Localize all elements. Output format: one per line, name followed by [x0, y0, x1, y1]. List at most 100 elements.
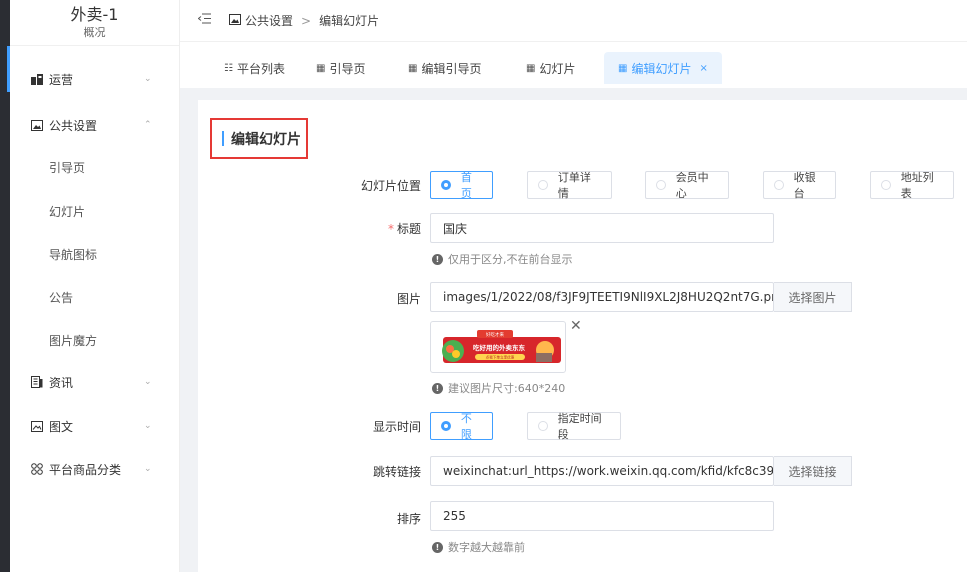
- position-option-order-detail[interactable]: 订单详情: [527, 171, 612, 200]
- slide-thumbnail: 好吃才来 吃好用的外卖东东 点我下单立享优惠: [437, 327, 561, 369]
- sidebar-subitem-nav-icons[interactable]: 导航图标: [10, 242, 180, 266]
- tab-label: 引导页: [329, 61, 366, 76]
- sidebar-item-label: 图文: [49, 419, 74, 434]
- tab-edit-slide[interactable]: ▦ 编辑幻灯片 ×: [604, 52, 722, 84]
- option-label: 会员中心: [675, 171, 709, 200]
- tab-guide[interactable]: ▦ 引导页: [316, 52, 365, 84]
- display-time-option-unlimited[interactable]: 不限: [430, 412, 493, 441]
- tab-label: 编辑幻灯片: [631, 61, 692, 76]
- section-title: 编辑幻灯片: [210, 118, 308, 159]
- sidebar-item-product-category[interactable]: 平台商品分类 ⌄: [10, 457, 180, 481]
- sidebar-item-label: 平台商品分类: [49, 462, 122, 477]
- sidebar-item-news[interactable]: 资讯 ⌄: [10, 370, 180, 394]
- image-label: 图片: [396, 292, 421, 306]
- radio-icon: [538, 180, 548, 190]
- close-icon[interactable]: ×: [699, 63, 707, 74]
- sidebar-item-label: 资讯: [49, 375, 74, 390]
- chevron-up-icon: ⌃: [144, 120, 152, 130]
- required-mark: *: [387, 222, 394, 236]
- chevron-down-icon: ⌄: [144, 74, 152, 84]
- sidebar-item-label: 公共设置: [49, 118, 98, 133]
- position-option-member-center[interactable]: 会员中心: [645, 171, 729, 200]
- image-path-input[interactable]: [443, 290, 773, 304]
- news-icon: [31, 376, 43, 388]
- info-icon: !: [432, 541, 443, 553]
- collapse-menu-icon[interactable]: [197, 13, 211, 28]
- radio-icon: [656, 180, 666, 190]
- radio-icon: [441, 180, 451, 190]
- remove-image-icon[interactable]: ✕: [570, 318, 582, 334]
- sidebar-item-operations[interactable]: 运营 ⌄: [10, 67, 180, 91]
- sidebar: 外卖-1 概况 运营 ⌄ 公共设置 ⌃ 引导页 幻灯片 导航图标 公告 图片魔方…: [10, 0, 180, 572]
- grid-icon: ▦: [408, 62, 418, 74]
- link-label: 跳转链接: [372, 465, 421, 479]
- thumb-headline: 吃好用的外卖东东: [473, 343, 526, 352]
- choose-image-button[interactable]: 选择图片: [774, 282, 852, 312]
- title-hint: ! 仅用于区分,不在前台显示: [432, 251, 573, 267]
- link-input[interactable]: [443, 464, 773, 478]
- sidebar-subitem-image-cube[interactable]: 图片魔方: [10, 328, 180, 352]
- position-label: 幻灯片位置: [360, 179, 421, 193]
- option-label: 指定时间段: [557, 412, 602, 441]
- sidebar-item-public-settings[interactable]: 公共设置 ⌃: [10, 113, 180, 137]
- overview-link[interactable]: 概况: [10, 26, 179, 40]
- display-time-label: 显示时间: [372, 420, 421, 434]
- title-label: * 标题: [301, 220, 421, 237]
- chevron-down-icon: ⌄: [144, 421, 152, 431]
- title-input-wrap: [430, 213, 774, 243]
- option-label: 订单详情: [557, 171, 591, 200]
- topbar: 公共设置 > 编辑幻灯片: [180, 0, 967, 42]
- left-app-strip: [0, 0, 10, 572]
- info-icon: !: [432, 253, 443, 265]
- sort-label: 排序: [396, 512, 421, 526]
- dashboard-icon: [31, 73, 43, 85]
- position-option-home[interactable]: 首页: [430, 171, 493, 200]
- radio-icon: [881, 180, 891, 190]
- position-option-cashier[interactable]: 收银台: [763, 171, 836, 200]
- breadcrumb-separator: >: [301, 13, 312, 28]
- app-name: 外卖-1: [70, 5, 119, 24]
- chevron-down-icon: ⌄: [144, 377, 152, 387]
- display-time-option-period[interactable]: 指定时间段: [527, 412, 621, 441]
- tab-label: 编辑引导页: [421, 61, 482, 76]
- sidebar-subitem-guide[interactable]: 引导页: [10, 155, 180, 179]
- sidebar-item-label: 运营: [49, 72, 74, 87]
- picture-icon: [31, 420, 43, 432]
- sort-hint: ! 数字越大越靠前: [432, 539, 525, 555]
- thumb-tag: 好吃才来: [486, 331, 504, 338]
- grid-icon: ▦: [316, 62, 326, 74]
- section-title-text: 编辑幻灯片: [231, 131, 301, 148]
- tab-slides[interactable]: ▦ 幻灯片: [526, 52, 575, 84]
- breadcrumb-parent[interactable]: 公共设置: [245, 12, 293, 29]
- grid-icon: [31, 463, 43, 475]
- title-input[interactable]: [443, 221, 773, 235]
- tab-label: 平台列表: [236, 61, 285, 76]
- choose-link-button[interactable]: 选择链接: [774, 456, 852, 486]
- option-label: 地址列表: [900, 171, 934, 200]
- tab-platform-list[interactable]: ☷ 平台列表: [224, 52, 285, 84]
- grid-icon: ▦: [526, 62, 536, 74]
- hint-text: 建议图片尺寸:640*240: [448, 382, 566, 395]
- tab-bar: ☷ 平台列表 ▦ 引导页 ▦ 编辑引导页 ▦ 幻灯片 ▦ 编辑幻灯片 ×: [180, 42, 967, 88]
- info-icon: !: [432, 382, 443, 394]
- option-label: 收银台: [793, 171, 816, 200]
- image-hint: ! 建议图片尺寸:640*240: [432, 380, 565, 396]
- option-label: 不限: [460, 412, 472, 441]
- title-label-text: 标题: [396, 222, 421, 236]
- chevron-down-icon: ⌄: [144, 464, 152, 474]
- breadcrumb-current: 编辑幻灯片: [319, 14, 380, 28]
- sidebar-item-graphics[interactable]: 图文 ⌄: [10, 414, 180, 438]
- thumb-subline: 点我下单立享优惠: [486, 355, 515, 360]
- image-preview: 好吃才来 吃好用的外卖东东 点我下单立享优惠: [430, 321, 566, 373]
- tab-label: 幻灯片: [539, 61, 576, 76]
- image-input-wrap: [430, 282, 774, 312]
- tab-edit-guide[interactable]: ▦ 编辑引导页: [408, 52, 481, 84]
- radio-icon: [441, 421, 451, 431]
- image-icon: [31, 119, 43, 131]
- hint-text: 数字越大越靠前: [448, 541, 525, 554]
- sidebar-subitem-slides[interactable]: 幻灯片: [10, 199, 180, 223]
- option-label: 首页: [460, 171, 472, 200]
- sort-input[interactable]: [443, 509, 773, 523]
- sidebar-subitem-notice[interactable]: 公告: [10, 285, 180, 309]
- position-option-address-list[interactable]: 地址列表: [870, 171, 954, 200]
